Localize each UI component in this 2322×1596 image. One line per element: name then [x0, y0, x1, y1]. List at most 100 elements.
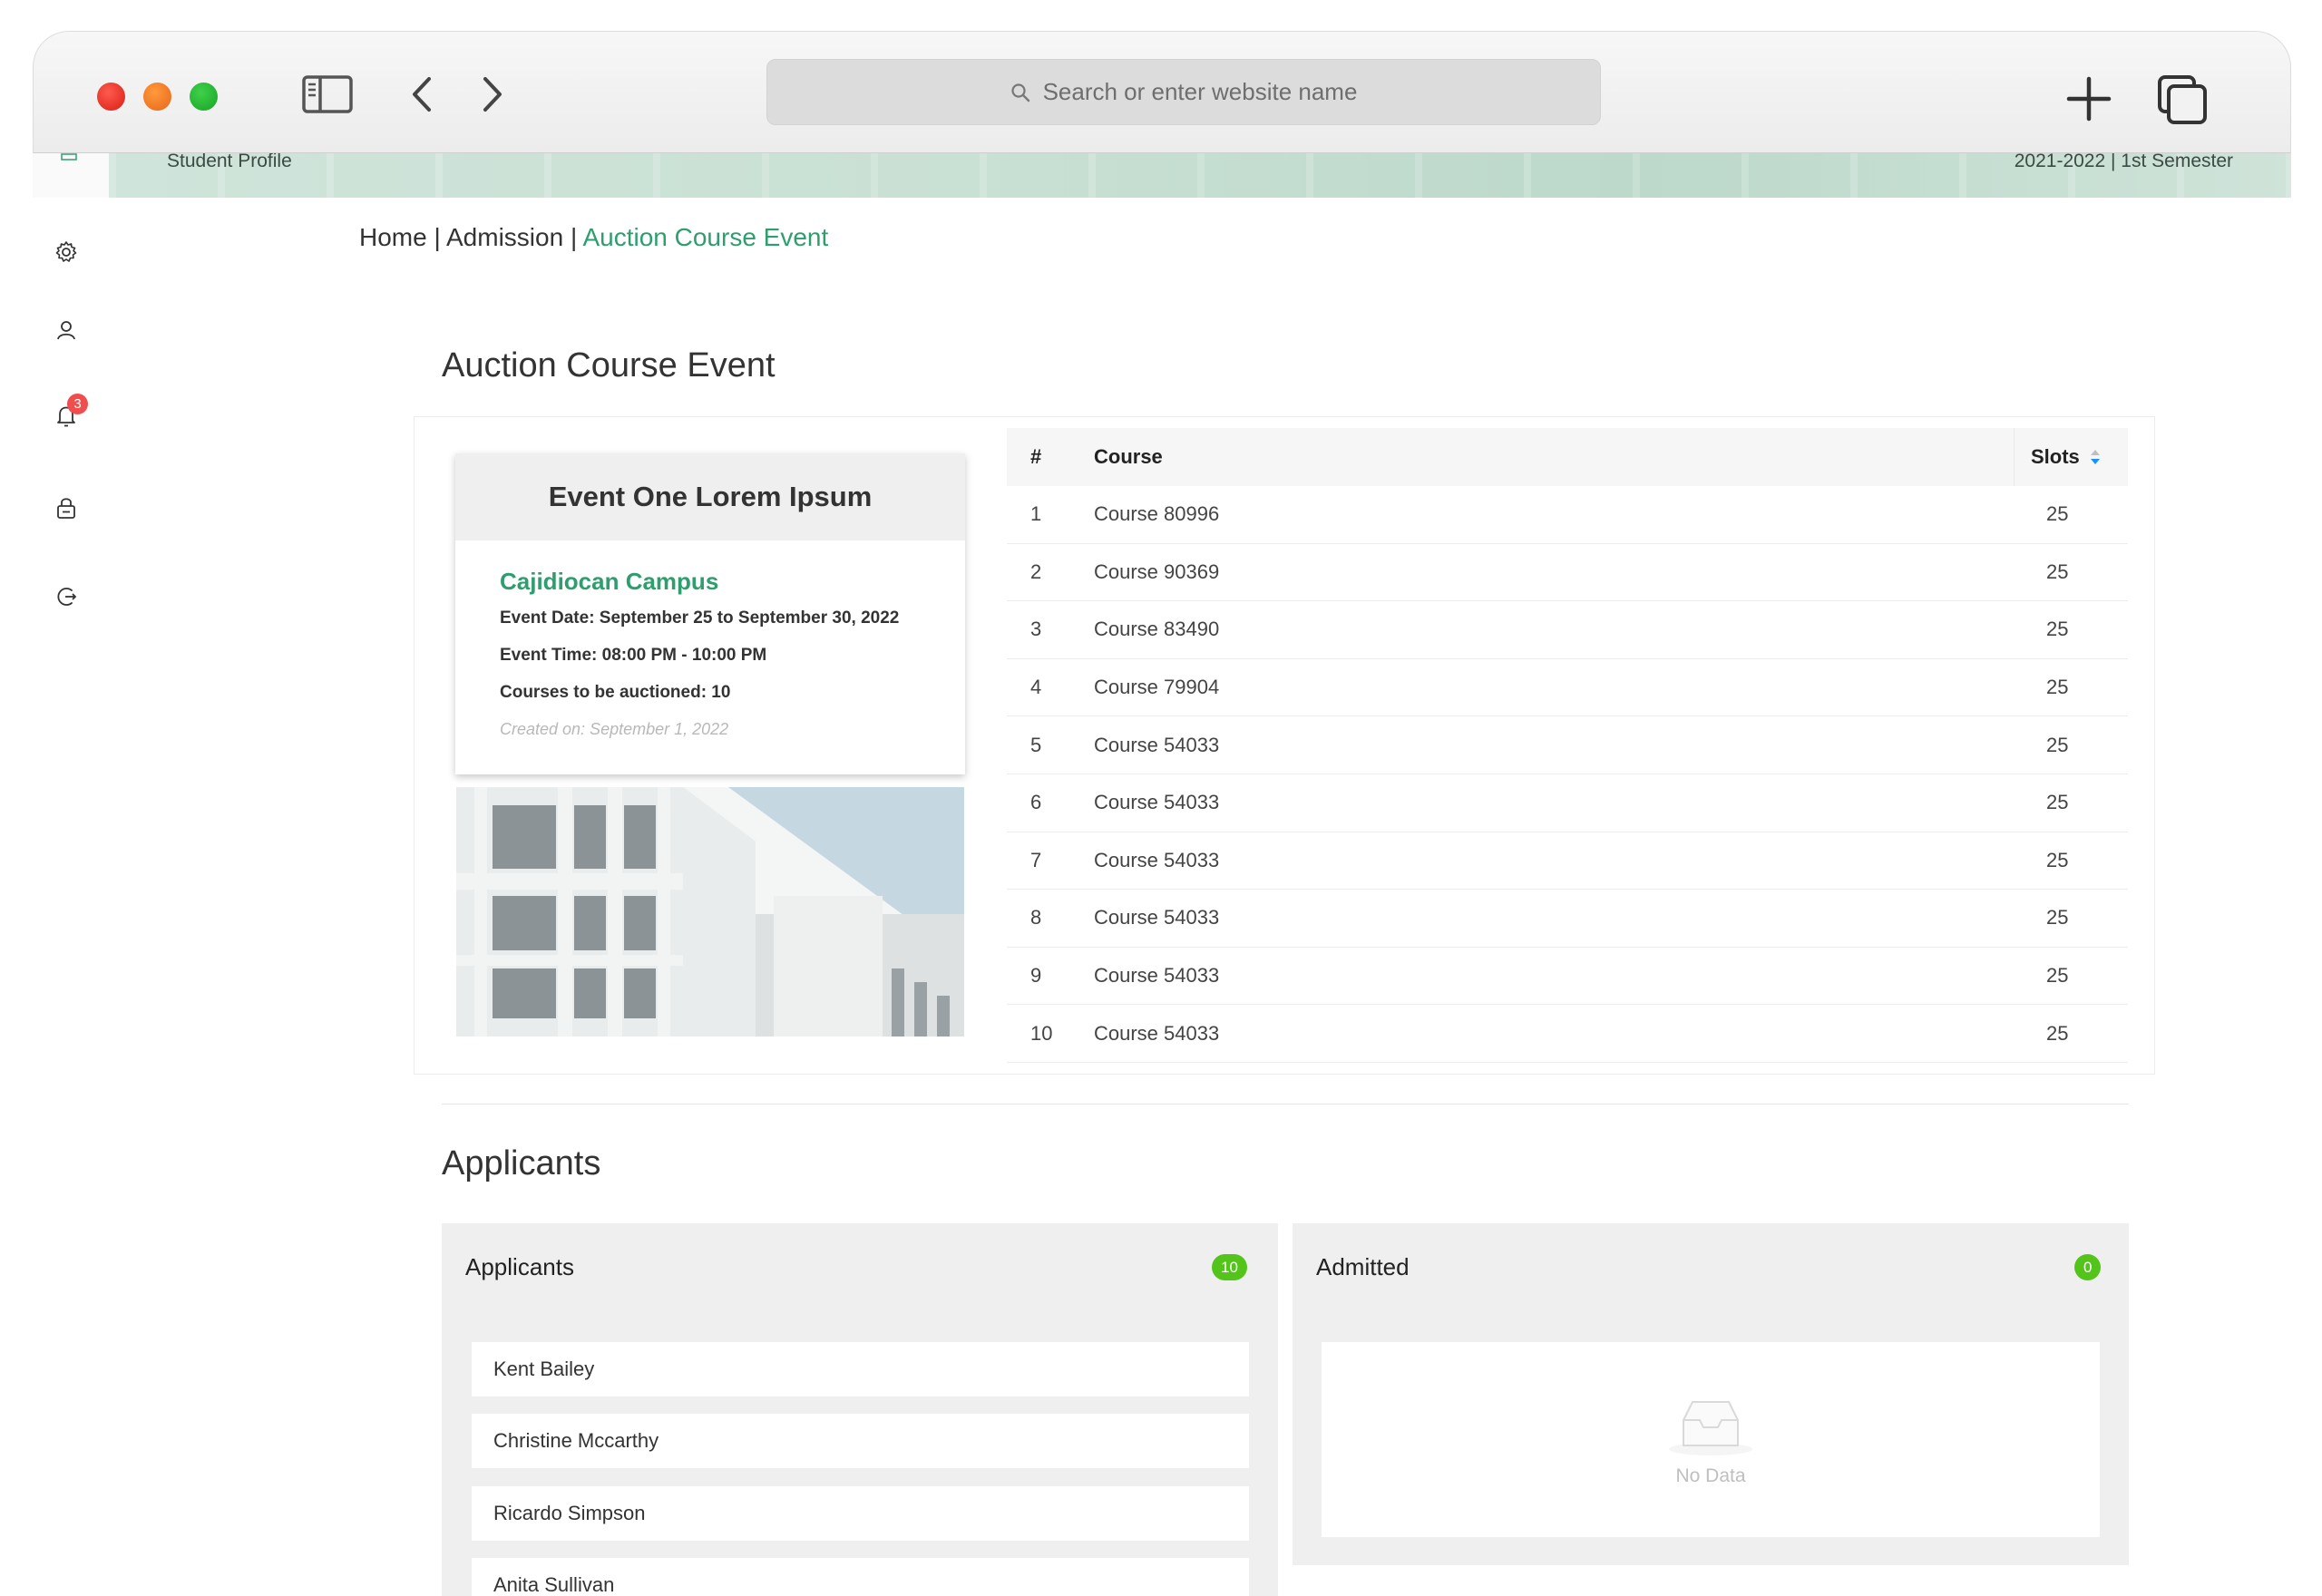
header-slots[interactable]: Slots — [2014, 428, 2128, 486]
security-nav-item[interactable] — [53, 494, 80, 521]
tabs-overview-icon[interactable] — [2156, 73, 2209, 131]
row-number: 7 — [1030, 848, 1042, 871]
row-number: 9 — [1030, 964, 1042, 988]
row-slots: 25 — [2046, 791, 2069, 814]
applicant-card[interactable]: Ricardo Simpson — [472, 1486, 1249, 1541]
minimize-window-button[interactable] — [143, 83, 171, 111]
row-number: 10 — [1030, 1021, 1053, 1045]
row-number: 1 — [1030, 502, 1042, 526]
table-row[interactable]: 4 Course 79904 25 — [1007, 659, 2128, 717]
row-slots: 25 — [2046, 676, 2069, 699]
row-course: Course 83490 — [1094, 618, 1220, 641]
section-divider — [442, 1104, 2129, 1105]
close-window-button[interactable] — [97, 83, 125, 111]
applicants-column-title: Applicants — [465, 1253, 574, 1280]
applicant-card[interactable]: Kent Bailey — [472, 1342, 1249, 1396]
notification-badge: 3 — [67, 394, 88, 414]
applicant-card[interactable]: Anita Sullivan — [472, 1558, 1249, 1596]
applicants-column: Applicants 10 Kent Bailey Christine Mcca… — [442, 1223, 1278, 1596]
maximize-window-button[interactable] — [190, 83, 218, 111]
row-number: 5 — [1030, 733, 1042, 756]
row-slots: 25 — [2046, 618, 2069, 641]
row-number: 2 — [1030, 560, 1042, 583]
event-created-date: Created on: September 1, 2022 — [500, 720, 729, 738]
table-row[interactable]: 3 Course 83490 25 — [1007, 601, 2128, 659]
row-slots: 25 — [2046, 733, 2069, 756]
breadcrumb-home[interactable]: Home — [359, 223, 427, 251]
table-row[interactable]: 5 Course 54033 25 — [1007, 716, 2128, 774]
profile-nav-item[interactable] — [53, 316, 80, 344]
back-icon[interactable] — [405, 73, 438, 120]
header-slots-label: Slots — [2031, 445, 2080, 468]
lock-icon — [57, 498, 75, 519]
event-name: Event One Lorem Ipsum — [455, 453, 965, 540]
row-slots: 25 — [2046, 502, 2069, 526]
row-number: 6 — [1030, 791, 1042, 814]
row-slots: 25 — [2046, 560, 2069, 583]
no-data-text: No Data — [1675, 1465, 1746, 1486]
user-icon — [57, 321, 75, 340]
course-table: # Course Slots 1 Course 80996 25 2 Course 90… — [1007, 428, 2128, 1063]
row-slots: 25 — [2046, 906, 2069, 929]
course-table-header: # Course Slots — [1007, 428, 2128, 486]
sort-icon[interactable] — [2089, 447, 2102, 467]
logout-icon — [57, 588, 77, 606]
breadcrumb-separator: | — [426, 223, 446, 251]
table-row[interactable]: 2 Course 90369 25 — [1007, 544, 2128, 602]
gear-icon — [55, 241, 77, 262]
event-time: Event Time: 08:00 PM - 10:00 PM — [500, 646, 767, 665]
row-slots: 25 — [2046, 1021, 2069, 1045]
breadcrumb-separator: | — [563, 223, 583, 251]
dashboard-icon — [61, 153, 77, 161]
event-courses-count: Courses to be auctioned: 10 — [500, 683, 731, 702]
row-course: Course 80996 — [1094, 502, 1220, 526]
row-course: Course 54033 — [1094, 791, 1220, 814]
semester-label: 2021-2022 | 1st Semester — [2014, 152, 2233, 171]
profile-banner: Student Profile 2021-2022 | 1st Semester — [109, 152, 2291, 198]
applicants-count-badge: 10 — [1212, 1254, 1247, 1280]
event-card: Event One Lorem Ipsum Cajidiocan Campus … — [455, 453, 965, 774]
table-row[interactable]: 6 Course 54033 25 — [1007, 774, 2128, 832]
applicant-card[interactable]: Christine Mccarthy — [472, 1414, 1249, 1468]
row-course: Course 54033 — [1094, 1021, 1220, 1045]
row-number: 4 — [1030, 676, 1042, 699]
event-date: Event Date: September 25 to September 30… — [500, 608, 900, 628]
row-course: Course 54033 — [1094, 733, 1220, 756]
table-row[interactable]: 8 Course 54033 25 — [1007, 890, 2128, 948]
admitted-column: Admitted 0 No Data — [1293, 1223, 2129, 1565]
event-section-title: Auction Course Event — [442, 346, 776, 384]
address-bar[interactable]: Search or enter website name — [766, 59, 1601, 125]
forward-icon[interactable] — [476, 73, 509, 120]
header-number: # — [1030, 445, 1042, 468]
table-row[interactable]: 9 Course 54033 25 — [1007, 948, 2128, 1006]
table-row[interactable]: 10 Course 54033 25 — [1007, 1005, 2128, 1063]
row-course: Course 79904 — [1094, 676, 1220, 699]
sidebar-toggle-icon[interactable] — [301, 73, 354, 120]
breadcrumb-admission[interactable]: Admission — [446, 223, 563, 251]
sidebar-top — [33, 152, 109, 198]
row-slots: 25 — [2046, 964, 2069, 988]
row-number: 3 — [1030, 618, 1042, 641]
row-number: 8 — [1030, 906, 1042, 929]
search-icon — [1010, 83, 1029, 102]
breadcrumb: Home | Admission | Auction Course Event — [359, 223, 828, 252]
admitted-column-title: Admitted — [1316, 1253, 1410, 1280]
empty-state: No Data — [1322, 1342, 2100, 1537]
row-course: Course 90369 — [1094, 560, 1220, 583]
table-row[interactable]: 1 Course 80996 25 — [1007, 486, 2128, 544]
new-tab-icon[interactable] — [2063, 73, 2114, 129]
row-course: Course 54033 — [1094, 848, 1220, 871]
applicants-section-title: Applicants — [442, 1144, 601, 1182]
browser-toolbar: Search or enter website name — [33, 31, 2291, 153]
banner-title: Student Profile — [167, 152, 292, 171]
event-campus: Cajidiocan Campus — [500, 568, 719, 595]
row-course: Course 54033 — [1094, 906, 1220, 929]
settings-nav-item[interactable] — [53, 238, 80, 266]
empty-inbox-icon — [1669, 1400, 1752, 1455]
logout-nav-item[interactable] — [53, 583, 80, 610]
row-course: Course 54033 — [1094, 964, 1220, 988]
row-slots: 25 — [2046, 848, 2069, 871]
table-row[interactable]: 7 Course 54033 25 — [1007, 832, 2128, 890]
header-course: Course — [1094, 445, 1163, 468]
breadcrumb-current: Auction Course Event — [582, 223, 829, 251]
